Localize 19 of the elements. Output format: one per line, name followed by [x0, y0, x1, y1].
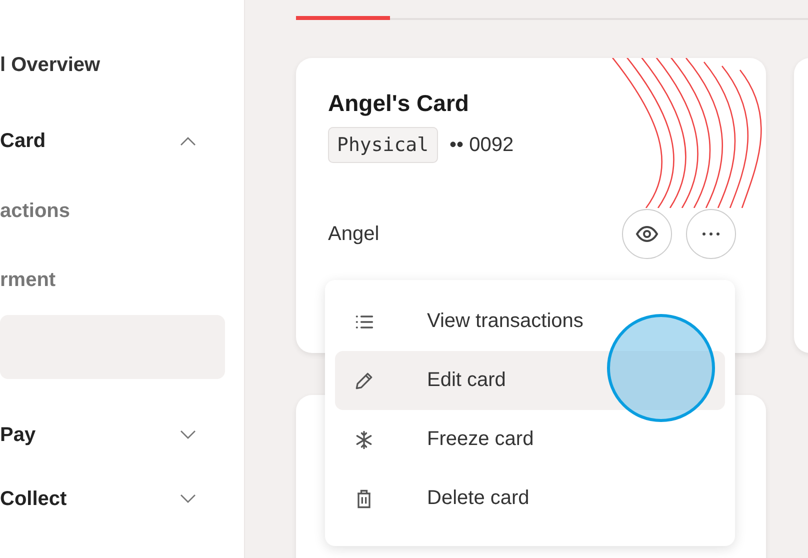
show-details-button[interactable]: [622, 209, 672, 259]
chevron-icon[interactable]: [180, 136, 196, 146]
more-icon: [701, 232, 721, 236]
card-type-badge: Physical: [328, 127, 438, 163]
sidebar-item[interactable]: Card: [0, 130, 46, 153]
cardholder-name: Angel: [328, 222, 380, 246]
menu-item[interactable]: View transactions: [335, 292, 725, 351]
sidebar-item[interactable]: Collect: [0, 488, 67, 512]
sidebar-subitem[interactable]: actions: [0, 200, 70, 223]
menu-item[interactable]: Delete card: [335, 469, 725, 528]
chevron-icon[interactable]: [180, 494, 196, 504]
card-number: •• 0092: [450, 134, 514, 156]
menu-item[interactable]: Edit card: [335, 351, 725, 410]
sidebar-item[interactable]: l Overview: [0, 54, 100, 77]
card-title: Angel's Card: [328, 90, 470, 117]
chevron-icon[interactable]: [180, 430, 196, 440]
sidebar-subitem[interactable]: rment: [0, 269, 56, 292]
menu-item[interactable]: Freeze card: [335, 410, 725, 469]
sidebar-item[interactable]: Pay: [0, 424, 36, 448]
